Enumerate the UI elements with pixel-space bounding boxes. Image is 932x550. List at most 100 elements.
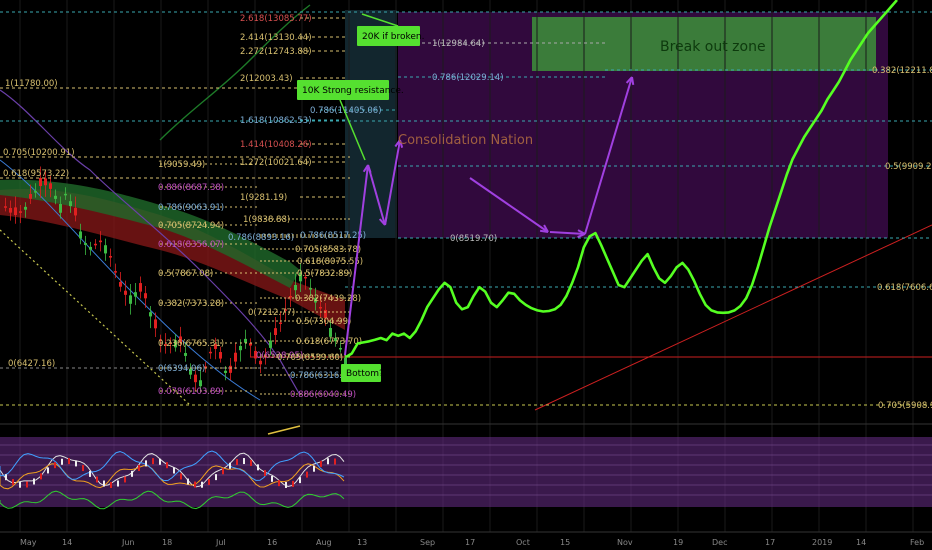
chart-svg[interactable]: 1(11780.00) 0.705(10200.91) 0.618(9573.22)… — [0, 0, 932, 550]
candle-body — [194, 374, 197, 383]
oscillator-candle — [320, 460, 322, 467]
chart-area[interactable]: 1(11780.00) 0.705(10200.91) 0.618(9573.22)… — [0, 0, 932, 550]
oscillator-candle — [89, 470, 91, 477]
oscillator-candle — [75, 460, 77, 467]
oscillator-candle — [334, 458, 336, 465]
candle-body — [259, 360, 262, 365]
fib-label-mid: 0.618(8356.07) — [158, 240, 224, 250]
fib-label-right: 0.786(12029.14) — [432, 73, 504, 83]
candle-body — [54, 195, 57, 199]
oscillator-candle — [187, 478, 189, 485]
fib-label-center: 0.886(6040.49) — [290, 390, 356, 400]
fib-label-extension: 2.414(13130.44) — [240, 33, 312, 43]
candle-body — [239, 345, 242, 351]
candle-body — [209, 351, 212, 354]
oscillator-candle — [82, 465, 84, 472]
candle-body — [49, 183, 52, 189]
projected-point — [832, 89, 834, 92]
oscillator-candle — [166, 462, 168, 469]
candle-body — [59, 204, 62, 213]
oscillator-candle — [159, 458, 161, 465]
oscillator-candle — [61, 458, 63, 465]
oscillator-candle — [201, 481, 203, 488]
annotation-text: Bottom? — [346, 369, 384, 379]
fib-label-center: 0.786(8893.16) — [228, 233, 294, 243]
fib-label-extension: 1(9281.19) — [240, 193, 287, 203]
fib-label-center: 0.786(8517.25) — [300, 231, 366, 241]
oscillator-candle — [145, 460, 147, 467]
projected-point — [693, 279, 695, 282]
candle-body — [94, 243, 97, 246]
x-tick-label: Nov — [617, 538, 633, 547]
candle-body — [144, 293, 147, 299]
fib-label-right: 0.618(7606.60) — [877, 283, 932, 293]
oscillator-candle — [306, 471, 308, 478]
oscillator-candle — [5, 474, 7, 481]
oscillator-candle — [103, 480, 105, 487]
projected-point — [762, 246, 765, 249]
fib-label-mid: 0.236(6765.31) — [158, 339, 224, 349]
x-tick-label: 17 — [465, 538, 475, 547]
candle-body — [64, 193, 67, 196]
oscillator-candle — [33, 478, 35, 485]
candle-body — [309, 288, 312, 290]
oscillator-candle — [243, 458, 245, 465]
candle-body — [319, 306, 322, 309]
candle-body — [234, 352, 237, 362]
fib-label-mid: 1(9059.49) — [158, 160, 205, 170]
oscillator-candle — [313, 465, 315, 472]
zones-layer — [345, 10, 888, 238]
candle-body — [294, 285, 297, 291]
oscillator-candle — [19, 481, 21, 488]
oscillator-candle — [96, 476, 98, 483]
x-tick-label: May — [20, 538, 37, 547]
fib-label-center: 0.705(8583.78) — [295, 245, 361, 255]
candle-body — [104, 245, 107, 254]
candle-body — [9, 208, 12, 213]
candle-body — [244, 338, 247, 343]
projected-point — [554, 308, 556, 311]
fib-label-center: 0.5(7304.99) — [296, 317, 351, 327]
candle-body — [129, 295, 132, 304]
candle-body — [269, 340, 272, 348]
candle-body — [339, 348, 342, 350]
candle-body — [139, 283, 142, 292]
candle-body — [14, 207, 17, 215]
oscillator-candle — [208, 479, 210, 486]
candle-body — [34, 191, 37, 193]
fib-label-center: 0.618(6773.70) — [296, 337, 362, 347]
fib-label-mid: 0.705(8724.94) — [158, 221, 224, 231]
fib-label-left: 0(6427.16) — [8, 359, 55, 369]
candle-body — [99, 240, 102, 243]
candle-body — [134, 292, 137, 297]
oscillator-panel — [0, 425, 932, 510]
candle-body — [69, 201, 72, 207]
oscillator-candle — [327, 458, 329, 465]
candle-body — [199, 380, 202, 387]
candle-body — [109, 256, 112, 258]
fib-label-center: 1(9838.88) — [243, 215, 290, 225]
oscillator-candle — [138, 464, 140, 471]
x-tick-label: 13 — [357, 538, 367, 547]
oscillator-candle — [292, 480, 294, 487]
x-tick-label: 19 — [673, 538, 683, 547]
fib-label-mid: 0.786(9063.91) — [158, 203, 224, 213]
candle-body — [224, 370, 227, 373]
fib-label-center: 0(7212.77) — [248, 308, 295, 318]
x-tick-label: 15 — [560, 538, 570, 547]
oscillator-candle — [26, 481, 28, 488]
oscillator-candle — [194, 481, 196, 488]
oscillator-candle — [285, 481, 287, 488]
oscillator-candle — [257, 464, 259, 471]
candle-body — [219, 352, 222, 359]
projected-point — [414, 330, 417, 333]
fib-label-extension: 1.414(10408.26) — [240, 140, 312, 150]
x-tick-label: Sep — [420, 538, 435, 547]
fib-label-mid: 0(6394.06) — [158, 364, 205, 374]
oscillator-candle — [131, 470, 133, 477]
fib-label-left: 1(11780.00) — [5, 79, 58, 89]
candle-body — [39, 177, 42, 187]
candle-body — [184, 353, 187, 356]
oscillator-candle — [299, 477, 301, 484]
fib-label-mid: 0.382(7373.28) — [158, 299, 224, 309]
